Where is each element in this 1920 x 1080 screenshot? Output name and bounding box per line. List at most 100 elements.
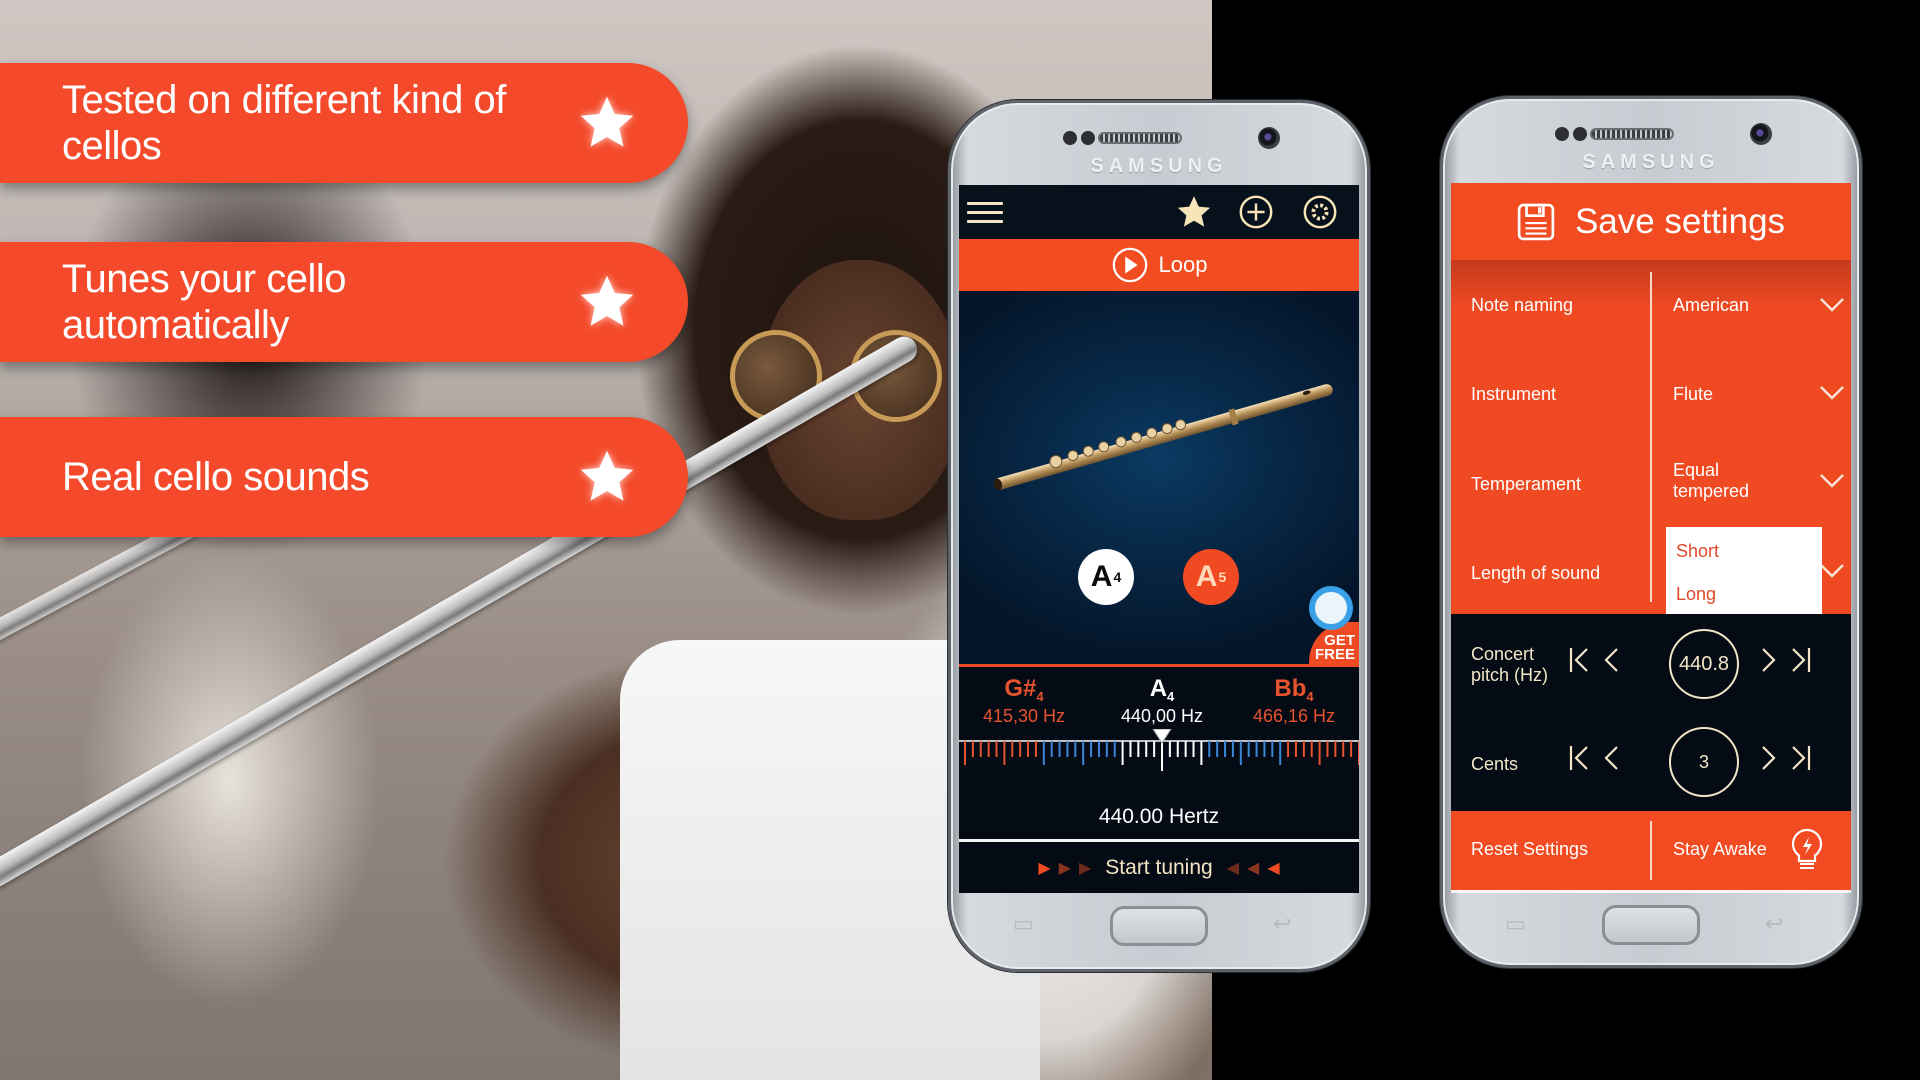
setting-label: Note naming [1471,295,1574,315]
stepper-label: Concert pitch (Hz) [1471,644,1549,685]
earpiece-speaker [1098,132,1182,144]
stay-awake-button[interactable]: Stay Awake [1673,839,1767,860]
concert-pitch-stepper: Concert pitch (Hz) 440.8 [1451,614,1851,712]
frequency-readout: 440.00 Hertz [1098,805,1220,828]
sensor-dot [1573,127,1587,141]
back-icon[interactable]: ↩ [1765,911,1783,937]
note-octave: 4 [1113,569,1122,585]
save-settings-button[interactable]: Save settings [1451,183,1851,260]
divider [1451,890,1851,893]
plus-circle-icon[interactable] [1237,193,1275,231]
phone-brand: SAMSUNG [1090,155,1228,177]
dropdown-option-short[interactable]: Short [1676,541,1719,562]
banner-text: Tunes your cello automatically [62,257,347,347]
start-tuning-button[interactable]: ▶ ▶ ▶ Start tuning ◀ ◀ ◀ [959,842,1359,893]
bottom-actions: Reset Settings Stay Awake [1451,811,1851,890]
setting-value[interactable]: Equal tempered [1673,460,1783,502]
setting-label: Length of sound [1471,563,1601,583]
chevron-right-icon[interactable] [1757,646,1779,674]
phone-settings: SAMSUNG Save settings Note naming Americ… [1440,96,1862,968]
promo-drum-icon [1309,586,1353,630]
floppy-disk-icon [1517,203,1555,240]
instrument-stage: A4 A5 GET FREE [959,291,1359,667]
promo-text: GET FREE [1314,632,1355,663]
recent-apps-icon[interactable]: ▭ [1505,911,1526,937]
sensor-dot [1081,131,1095,145]
gear-icon[interactable] [1301,193,1339,231]
length-of-sound-dropdown: Short Long [1666,527,1822,614]
setting-label: Instrument [1471,384,1557,404]
feature-banner: Tunes your cello automatically [0,242,688,362]
reference-notes: G#4 415,30 Hz A4 440,00 Hz Bb4 466,16 Hz [959,667,1359,737]
skip-to-end-icon[interactable] [1789,744,1811,772]
banner-text: Real cello sounds [62,455,370,499]
tuner-screen: Loop A 4 A 5 GET FREE G#4 415,30 Hz A4 4… [959,185,1359,893]
sensor-dot [1555,127,1569,141]
setting-instrument: Instrument Flute [1451,350,1851,438]
setting-value[interactable]: American [1673,295,1749,316]
arrow-right-icon: ▶ [1038,860,1051,877]
chevron-right-icon[interactable] [1757,744,1779,772]
hamburger-menu-icon[interactable] [967,198,1003,226]
note-button-a4[interactable]: A4 [1078,549,1134,605]
upper-note: Bb4 466,16 Hz [1229,675,1359,727]
chevron-left-icon[interactable] [1601,744,1623,772]
banner-text: Tested on different kind of cellos [62,78,506,168]
chevron-down-icon[interactable] [1819,384,1845,402]
phone-brand: SAMSUNG [1582,151,1720,173]
upper-note-frequency: 466,16 Hz [1252,706,1336,726]
settings-screen: Save settings Note naming American Instr… [1451,183,1851,893]
dropdown-option-long[interactable]: Long [1676,584,1716,605]
cents-stepper: Cents 3 [1451,712,1851,810]
stepper-area: Concert pitch (Hz) 440.8 Cents 3 [1451,614,1851,811]
stepper-label: Cents [1471,754,1519,774]
skip-to-start-icon[interactable] [1569,646,1591,674]
reset-settings-button[interactable]: Reset Settings [1471,839,1588,860]
chevron-left-icon[interactable] [1601,646,1623,674]
star-icon [580,450,634,501]
recent-apps-icon[interactable]: ▭ [1013,911,1034,937]
top-toolbar [959,185,1359,239]
note-button-a5[interactable]: A5 [1183,549,1239,605]
phone-tuner: SAMSUNG Loop A 4 A 5 GET FREE G#4 415,30… [948,100,1370,972]
loop-button[interactable]: Loop [959,239,1359,291]
tuning-scale [959,729,1359,797]
column-divider [1650,821,1652,880]
target-note: A4 440,00 Hz [1097,675,1227,727]
sensor-dot [1063,131,1077,145]
chevron-down-icon[interactable] [1819,562,1845,580]
setting-value[interactable]: Flute [1673,384,1713,405]
lower-note: G#4 415,30 Hz [959,675,1089,727]
start-tuning-label: Start tuning [1105,856,1213,879]
get-for-free-promo[interactable]: GET FREE [1303,584,1359,664]
earpiece-speaker [1590,128,1674,140]
skip-to-start-icon[interactable] [1569,744,1591,772]
note-name: A [1195,560,1218,593]
arrow-left-icon: ◀ [1226,860,1240,877]
play-icon [1112,247,1147,283]
chevron-down-icon[interactable] [1819,296,1845,314]
star-icon[interactable] [1175,193,1213,231]
skip-to-end-icon[interactable] [1789,646,1811,674]
arrow-right-icon: ▶ [1058,860,1071,877]
note-name: A [1090,560,1113,593]
cents-value: 3 [1669,727,1739,797]
feature-banner: Real cello sounds [0,417,688,537]
target-note-frequency: 440,00 Hz [1120,706,1204,726]
lightbulb-icon[interactable] [1787,827,1827,873]
lower-note-frequency: 415,30 Hz [982,706,1066,726]
chevron-down-icon[interactable] [1819,472,1845,490]
home-button[interactable] [1110,906,1208,946]
arrow-left-icon: ◀ [1267,860,1280,877]
loop-label: Loop [1158,252,1208,277]
settings-table: Note naming American Instrument Flute Te… [1451,260,1851,614]
arrow-left-icon: ◀ [1247,860,1260,877]
save-settings-label: Save settings [1574,201,1786,241]
star-icon [580,275,634,326]
arrow-right-icon: ▶ [1078,860,1092,877]
setting-label: Temperament [1471,474,1582,494]
tuning-scale-svg [959,729,1359,771]
concert-pitch-value: 440.8 [1669,629,1739,699]
home-button[interactable] [1602,905,1700,945]
back-icon[interactable]: ↩ [1273,911,1291,937]
